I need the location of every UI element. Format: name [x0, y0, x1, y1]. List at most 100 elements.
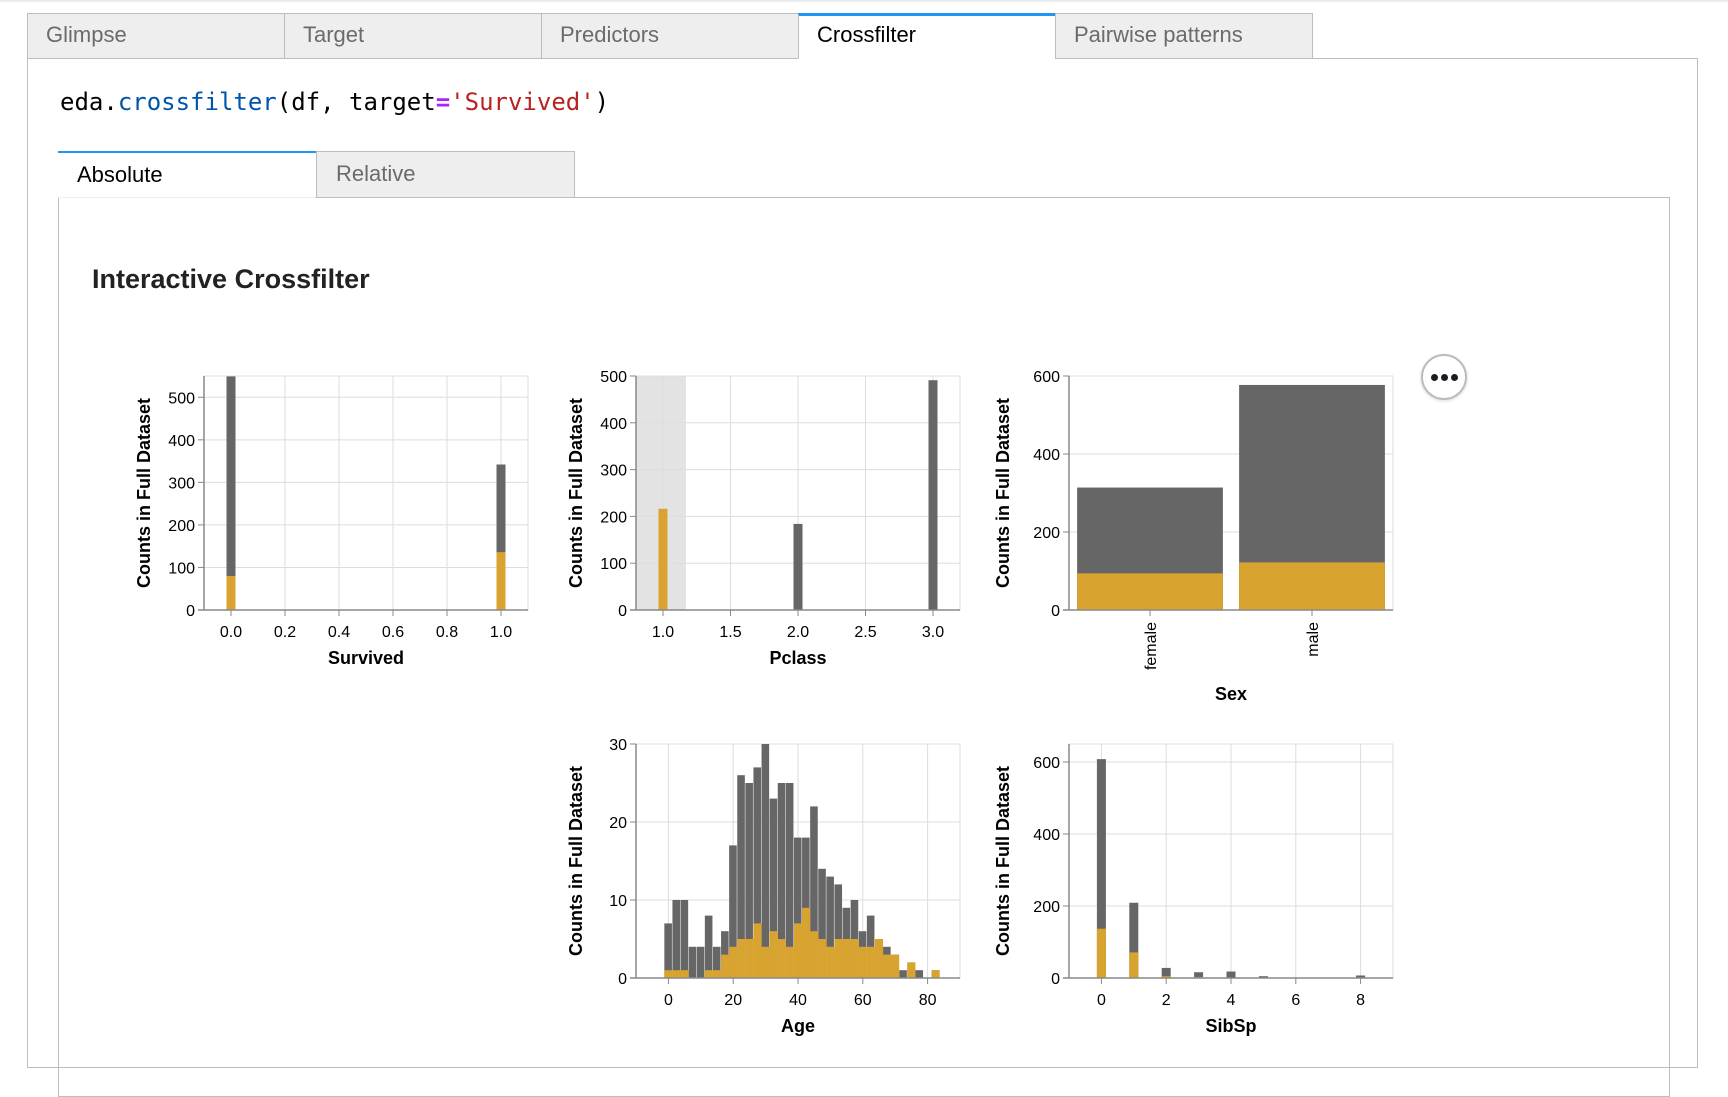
x-axis-title: Sex [1215, 684, 1247, 704]
bar-full[interactable] [1226, 971, 1236, 978]
bar-selected[interactable] [226, 575, 236, 610]
bar-selected[interactable] [785, 946, 794, 978]
y-axis-title: Counts in Full Dataset [993, 398, 1013, 588]
y-tick-label: 0 [186, 603, 195, 620]
y-tick-label: 400 [168, 433, 195, 450]
bar-selected[interactable] [729, 946, 738, 978]
x-tick-label: 80 [919, 992, 937, 1009]
x-tick-label: 8 [1356, 992, 1365, 1009]
y-tick-label: 200 [1033, 899, 1060, 916]
y-axis-title: Counts in Full Dataset [566, 398, 586, 588]
y-tick-label: 600 [1033, 755, 1060, 772]
y-axis-title: Counts in Full Dataset [566, 766, 586, 956]
x-axis-title: Age [781, 1016, 815, 1036]
bar-selected[interactable] [810, 931, 819, 978]
bar-selected[interactable] [907, 962, 916, 978]
bar-selected[interactable] [1096, 928, 1106, 978]
x-tick-label: 60 [854, 992, 872, 1009]
bar-selected[interactable] [891, 954, 900, 978]
bar-full[interactable] [915, 970, 924, 978]
bar-full[interactable] [688, 946, 697, 978]
bar-full[interactable] [226, 376, 236, 610]
y-tick-label: 200 [600, 509, 627, 526]
bar-full[interactable] [672, 900, 681, 978]
bar-selected[interactable] [1239, 562, 1385, 610]
x-tick-label: 6 [1291, 992, 1300, 1009]
y-tick-label: 400 [1033, 447, 1060, 464]
x-tick-label: 40 [789, 992, 807, 1009]
x-tick-label: 1.0 [652, 624, 674, 641]
bar-selected[interactable] [1129, 952, 1139, 978]
y-tick-label: 200 [168, 518, 195, 535]
bar-full[interactable] [761, 744, 770, 978]
bar-selected[interactable] [658, 508, 668, 610]
x-tick-label: 1.5 [719, 624, 741, 641]
plot-frame [203, 375, 529, 611]
y-tick-label: 600 [1033, 369, 1060, 386]
bar-selected[interactable] [802, 907, 811, 978]
bar-selected[interactable] [883, 954, 892, 978]
x-tick-label: 2.5 [854, 624, 876, 641]
x-tick-label: 3.0 [922, 624, 944, 641]
bar-selected[interactable] [712, 970, 722, 978]
chart-actions-button[interactable] [1421, 354, 1467, 400]
y-tick-label: 0 [618, 971, 627, 988]
x-axis-title: Survived [328, 648, 404, 668]
crossfilter-charts[interactable]: 01002003004005000.0 0.2 0.4 0.6 0.8 1.0Surviv… [0, 0, 1728, 1056]
bar-selected[interactable] [664, 970, 673, 978]
bar-selected[interactable] [777, 939, 786, 978]
bar-selected[interactable] [793, 923, 803, 978]
bar-selected[interactable] [850, 939, 859, 978]
bar-selected[interactable] [672, 970, 681, 978]
bar-selected[interactable] [496, 552, 506, 610]
bar-selected[interactable] [761, 946, 770, 978]
y-tick-label: 500 [600, 369, 627, 386]
x-tick-label: 0.8 [436, 624, 458, 641]
bar-selected[interactable] [704, 970, 713, 978]
bar-selected[interactable] [834, 939, 843, 978]
y-tick-label: 0 [618, 603, 627, 620]
x-tick-label: 2.0 [787, 624, 809, 641]
bar-selected[interactable] [1077, 573, 1223, 610]
bar-full[interactable] [928, 380, 938, 610]
x-axis-title: Pclass [769, 648, 826, 668]
y-tick-label: 200 [1033, 525, 1060, 542]
y-tick-label: 100 [600, 556, 627, 573]
bar-selected[interactable] [680, 970, 689, 978]
y-tick-label: 0 [1051, 603, 1060, 620]
x-axis-title: SibSp [1205, 1016, 1256, 1036]
y-tick-label: 500 [168, 390, 195, 407]
x-tick-label: female [1143, 622, 1160, 670]
bar-selected[interactable] [931, 970, 940, 978]
bar-selected[interactable] [866, 946, 875, 978]
bar-full[interactable] [793, 523, 803, 610]
y-tick-label: 400 [600, 416, 627, 433]
bar-full[interactable] [704, 915, 713, 978]
bar-selected[interactable] [826, 946, 835, 978]
y-axis-title: Counts in Full Dataset [134, 398, 154, 588]
bar-selected[interactable] [858, 946, 867, 978]
bar-selected[interactable] [818, 939, 827, 978]
bar-selected[interactable] [842, 939, 851, 978]
bar-selected[interactable] [737, 939, 746, 978]
y-tick-label: 300 [168, 475, 195, 492]
bar-selected[interactable] [745, 939, 754, 978]
bar-full[interactable] [899, 970, 907, 978]
bar-full[interactable] [664, 923, 672, 978]
y-tick-label: 30 [609, 737, 627, 754]
y-tick-label: 100 [168, 560, 195, 577]
y-tick-label: 10 [609, 893, 627, 910]
x-tick-label: 0.2 [274, 624, 296, 641]
y-tick-label: 400 [1033, 827, 1060, 844]
bar-full[interactable] [696, 946, 705, 978]
x-tick-label: 2 [1162, 992, 1171, 1009]
x-tick-label: 1.0 [490, 624, 512, 641]
ellipsis-icon [1429, 373, 1459, 381]
x-tick-label: male [1305, 622, 1322, 657]
bar-selected[interactable] [753, 923, 762, 978]
bar-selected[interactable] [874, 939, 884, 978]
bar-selected[interactable] [769, 931, 778, 978]
y-tick-label: 20 [609, 815, 627, 832]
bar-selected[interactable] [721, 954, 730, 978]
bar-full[interactable] [680, 900, 689, 978]
